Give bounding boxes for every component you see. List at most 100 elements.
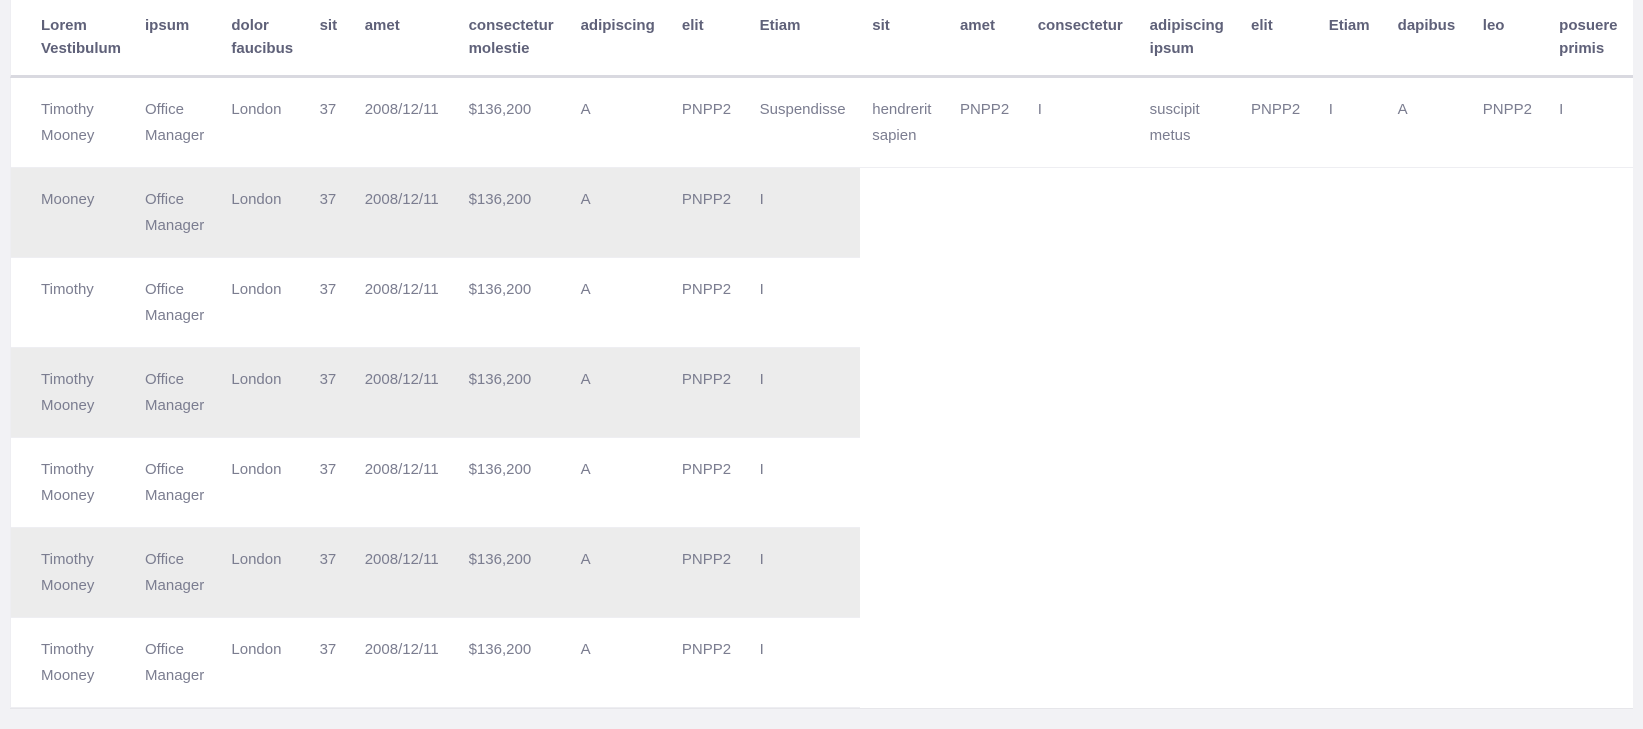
table-row[interactable]: Timothy MooneyOffice ManagerLondon372008… bbox=[10, 618, 1633, 708]
table-cell: A bbox=[569, 258, 670, 348]
table-cell: suscipit metus bbox=[1138, 78, 1239, 168]
table-cell: 37 bbox=[308, 348, 353, 438]
col-header[interactable]: adipiscing bbox=[569, 0, 670, 78]
table-cell: $136,200 bbox=[457, 168, 569, 258]
table-cell: hendrerit sapien bbox=[860, 78, 948, 168]
col-header[interactable]: consectetur molestie bbox=[457, 0, 569, 78]
table-cell: PNPP2 bbox=[1471, 78, 1547, 168]
table-cell: London bbox=[219, 258, 307, 348]
table-header-row: Lorem Vestibulumipsumdolor faucibussitam… bbox=[10, 0, 1633, 78]
col-header[interactable]: elit bbox=[670, 0, 748, 78]
data-table-card: Lorem Vestibulumipsumdolor faucibussitam… bbox=[10, 0, 1633, 709]
table-cell: PNPP2 bbox=[670, 168, 748, 258]
table-cell: Office Manager bbox=[133, 258, 219, 348]
col-header[interactable]: adipiscing ipsum bbox=[1138, 0, 1239, 78]
table-cell: Office Manager bbox=[133, 348, 219, 438]
col-header[interactable]: Lorem Vestibulum bbox=[10, 0, 133, 78]
table-cell: 37 bbox=[308, 438, 353, 528]
table-cell: Timothy Mooney bbox=[10, 78, 133, 168]
col-header[interactable]: Etiam bbox=[748, 0, 861, 78]
table-cell: A bbox=[569, 618, 670, 708]
table-cell: 37 bbox=[308, 78, 353, 168]
data-table: Lorem Vestibulumipsumdolor faucibussitam… bbox=[10, 0, 1633, 708]
table-cell: PNPP2 bbox=[670, 528, 748, 618]
table-cell: Office Manager bbox=[133, 618, 219, 708]
table-cell: A bbox=[569, 348, 670, 438]
table-cell: Mooney bbox=[10, 168, 133, 258]
table-row[interactable]: Timothy MooneyOffice ManagerLondon372008… bbox=[10, 348, 1633, 438]
table-cell: I bbox=[748, 258, 861, 348]
table-cell: A bbox=[1386, 78, 1471, 168]
table-cell: PNPP2 bbox=[948, 78, 1026, 168]
col-header[interactable]: amet bbox=[353, 0, 457, 78]
table-cell: PNPP2 bbox=[670, 348, 748, 438]
col-header[interactable]: consectetur bbox=[1026, 0, 1138, 78]
col-header[interactable]: sit bbox=[860, 0, 948, 78]
table-cell: London bbox=[219, 528, 307, 618]
table-cell: I bbox=[748, 528, 861, 618]
table-cell: I bbox=[1026, 78, 1138, 168]
table-cell: 2008/12/11 bbox=[353, 258, 457, 348]
table-cell: Timothy Mooney bbox=[10, 618, 133, 708]
table-scroll-container[interactable]: Lorem Vestibulumipsumdolor faucibussitam… bbox=[10, 0, 1633, 709]
table-row[interactable]: Timothy MooneyOffice ManagerLondon372008… bbox=[10, 78, 1633, 168]
table-cell: Timothy Mooney bbox=[10, 348, 133, 438]
col-header[interactable]: amet bbox=[948, 0, 1026, 78]
table-cell: I bbox=[1317, 78, 1386, 168]
table-cell: $136,200 bbox=[457, 528, 569, 618]
table-row[interactable]: MooneyOffice ManagerLondon372008/12/11$1… bbox=[10, 168, 1633, 258]
table-cell: $136,200 bbox=[457, 348, 569, 438]
table-cell: 37 bbox=[308, 258, 353, 348]
table-cell: PNPP2 bbox=[670, 78, 748, 168]
table-cell: $136,200 bbox=[457, 78, 569, 168]
table-cell: A bbox=[569, 78, 670, 168]
table-cell: I bbox=[1547, 78, 1633, 168]
col-header[interactable]: sit bbox=[308, 0, 353, 78]
col-header[interactable]: Etiam bbox=[1317, 0, 1386, 78]
table-cell: 2008/12/11 bbox=[353, 528, 457, 618]
table-cell: $136,200 bbox=[457, 438, 569, 528]
table-cell: London bbox=[219, 618, 307, 708]
table-cell: 2008/12/11 bbox=[353, 618, 457, 708]
table-row[interactable]: Timothy MooneyOffice ManagerLondon372008… bbox=[10, 438, 1633, 528]
table-cell: 37 bbox=[308, 618, 353, 708]
table-cell: 37 bbox=[308, 528, 353, 618]
table-cell: Office Manager bbox=[133, 78, 219, 168]
table-cell: I bbox=[748, 168, 861, 258]
table-cell: Office Manager bbox=[133, 168, 219, 258]
col-header[interactable]: dolor faucibus bbox=[219, 0, 307, 78]
table-row[interactable]: TimothyOffice ManagerLondon372008/12/11$… bbox=[10, 258, 1633, 348]
table-cell: 2008/12/11 bbox=[353, 438, 457, 528]
table-cell: London bbox=[219, 438, 307, 528]
table-cell: 37 bbox=[308, 168, 353, 258]
table-cell: A bbox=[569, 168, 670, 258]
table-cell: PNPP2 bbox=[670, 438, 748, 528]
table-cell: A bbox=[569, 528, 670, 618]
table-cell: A bbox=[569, 438, 670, 528]
col-header[interactable]: leo bbox=[1471, 0, 1547, 78]
col-header[interactable]: ipsum bbox=[133, 0, 219, 78]
table-cell: Timothy Mooney bbox=[10, 528, 133, 618]
table-cell: $136,200 bbox=[457, 258, 569, 348]
table-cell: Office Manager bbox=[133, 528, 219, 618]
table-cell: 2008/12/11 bbox=[353, 348, 457, 438]
col-header[interactable]: posuere primis bbox=[1547, 0, 1633, 78]
table-cell: 2008/12/11 bbox=[353, 78, 457, 168]
table-cell: London bbox=[219, 168, 307, 258]
table-cell: PNPP2 bbox=[670, 618, 748, 708]
table-cell: I bbox=[748, 618, 861, 708]
table-cell: 2008/12/11 bbox=[353, 168, 457, 258]
table-cell: Timothy Mooney bbox=[10, 438, 133, 528]
table-cell: London bbox=[219, 348, 307, 438]
table-cell: Timothy bbox=[10, 258, 133, 348]
table-cell: PNPP2 bbox=[670, 258, 748, 348]
table-cell: I bbox=[748, 348, 861, 438]
table-row[interactable]: Timothy MooneyOffice ManagerLondon372008… bbox=[10, 528, 1633, 618]
col-header[interactable]: elit bbox=[1239, 0, 1317, 78]
table-cell: Office Manager bbox=[133, 438, 219, 528]
col-header[interactable]: dapibus bbox=[1386, 0, 1471, 78]
table-cell: $136,200 bbox=[457, 618, 569, 708]
table-cell: Suspendisse bbox=[748, 78, 861, 168]
table-cell: London bbox=[219, 78, 307, 168]
table-cell: PNPP2 bbox=[1239, 78, 1317, 168]
